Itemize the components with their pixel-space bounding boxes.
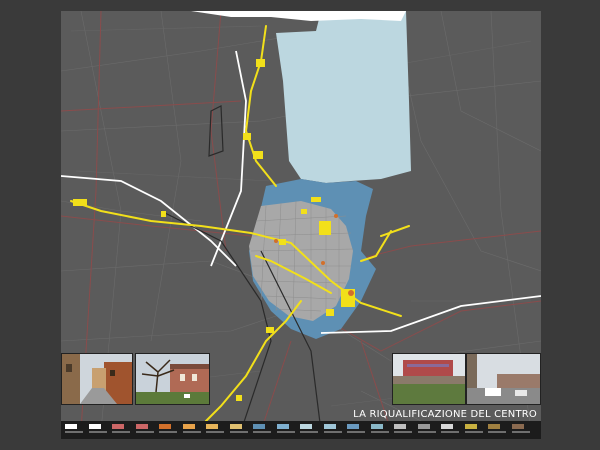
map-title: LA RIQUALIFICAZIONE DEL CENTRO	[353, 409, 537, 420]
river-water	[276, 11, 411, 183]
legend-swatch	[276, 424, 289, 429]
legend-text-placeholder	[511, 431, 530, 433]
legend-text-placeholder	[65, 431, 83, 433]
legend-swatch	[300, 424, 312, 429]
map-board: LA RIQUALIFICAZIONE DEL CENTRO	[61, 11, 541, 439]
legend-swatch	[112, 424, 124, 429]
legend-swatch	[229, 424, 242, 429]
legend-swatch	[417, 424, 430, 429]
legend-text-placeholder	[300, 431, 318, 433]
legend-text-placeholder	[159, 431, 177, 433]
legend-swatch	[182, 424, 195, 429]
legend-text-placeholder	[276, 431, 295, 433]
photo-field-building	[392, 353, 466, 405]
urban-fabric	[249, 201, 353, 321]
legend-text-placeholder	[229, 431, 248, 433]
legend-swatch	[88, 424, 101, 429]
legend-text-placeholder	[394, 431, 412, 433]
legend-text-placeholder	[112, 431, 130, 433]
legend-text-placeholder	[135, 431, 154, 433]
legend-swatch	[253, 424, 265, 429]
legend-text-placeholder	[370, 431, 389, 433]
legend-text-placeholder	[182, 431, 201, 433]
legend-text-placeholder	[88, 431, 107, 433]
legend-swatch	[394, 424, 406, 429]
legend-swatch	[511, 424, 524, 429]
photo-building-tree	[135, 353, 210, 405]
legend-text-placeholder	[323, 431, 342, 433]
legend-text-placeholder	[441, 431, 459, 433]
legend-swatch	[206, 424, 218, 429]
legend-swatch	[135, 424, 148, 429]
legend-swatch	[347, 424, 359, 429]
photo-parking	[466, 353, 541, 405]
legend-swatch	[370, 424, 383, 429]
legend-swatch	[159, 424, 171, 429]
legend-swatch	[441, 424, 453, 429]
legend-text-placeholder	[253, 431, 271, 433]
legend-text-placeholder	[347, 431, 365, 433]
legend-swatch	[323, 424, 336, 429]
legend-swatch	[65, 424, 77, 429]
legend-text-placeholder	[417, 431, 436, 433]
legend-swatch	[488, 424, 500, 429]
photo-street	[61, 353, 133, 405]
legend-text-placeholder	[464, 431, 483, 433]
river-top	[191, 11, 406, 21]
legend-bar	[61, 421, 541, 439]
legend-text-placeholder	[488, 431, 506, 433]
legend-text-placeholder	[206, 431, 224, 433]
legend-swatch	[464, 424, 477, 429]
